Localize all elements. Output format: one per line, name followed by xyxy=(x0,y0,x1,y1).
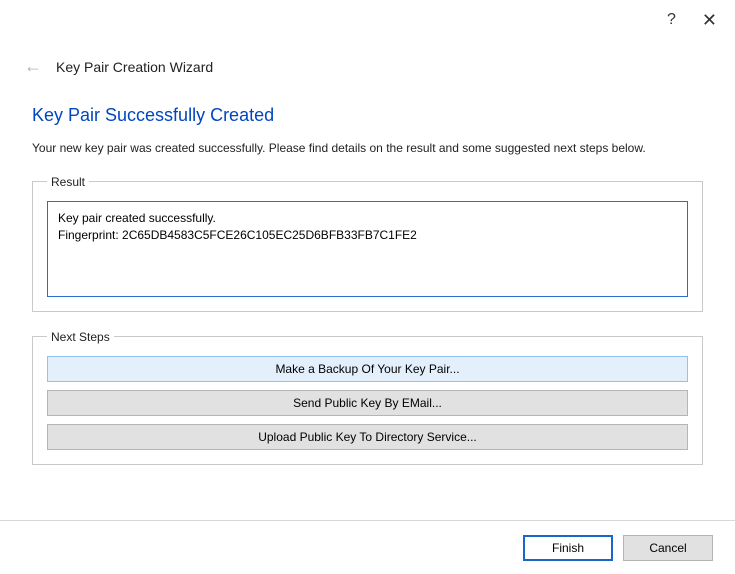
upload-directory-button[interactable]: Upload Public Key To Directory Service..… xyxy=(47,424,688,450)
content-area: Key Pair Successfully Created Your new k… xyxy=(0,85,735,493)
next-steps-buttons: Make a Backup Of Your Key Pair... Send P… xyxy=(47,356,688,450)
help-icon[interactable]: ? xyxy=(667,11,676,29)
next-steps-group: Next Steps Make a Backup Of Your Key Pai… xyxy=(32,330,703,465)
result-group: Result Key pair created successfully. Fi… xyxy=(32,175,703,312)
send-email-button[interactable]: Send Public Key By EMail... xyxy=(47,390,688,416)
result-textbox[interactable]: Key pair created successfully. Fingerpri… xyxy=(47,201,688,297)
result-legend: Result xyxy=(47,175,89,189)
wizard-title: Key Pair Creation Wizard xyxy=(56,59,213,75)
titlebar: ? ✕ xyxy=(0,0,735,40)
next-steps-legend: Next Steps xyxy=(47,330,114,344)
page-description: Your new key pair was created successful… xyxy=(32,140,703,157)
wizard-header: ← Key Pair Creation Wizard xyxy=(0,40,735,85)
close-icon[interactable]: ✕ xyxy=(702,10,717,31)
backup-keypair-button[interactable]: Make a Backup Of Your Key Pair... xyxy=(47,356,688,382)
finish-button[interactable]: Finish xyxy=(523,535,613,561)
footer: Finish Cancel xyxy=(0,520,735,574)
cancel-button[interactable]: Cancel xyxy=(623,535,713,561)
back-arrow-icon: ← xyxy=(24,56,42,77)
page-heading: Key Pair Successfully Created xyxy=(32,105,703,126)
